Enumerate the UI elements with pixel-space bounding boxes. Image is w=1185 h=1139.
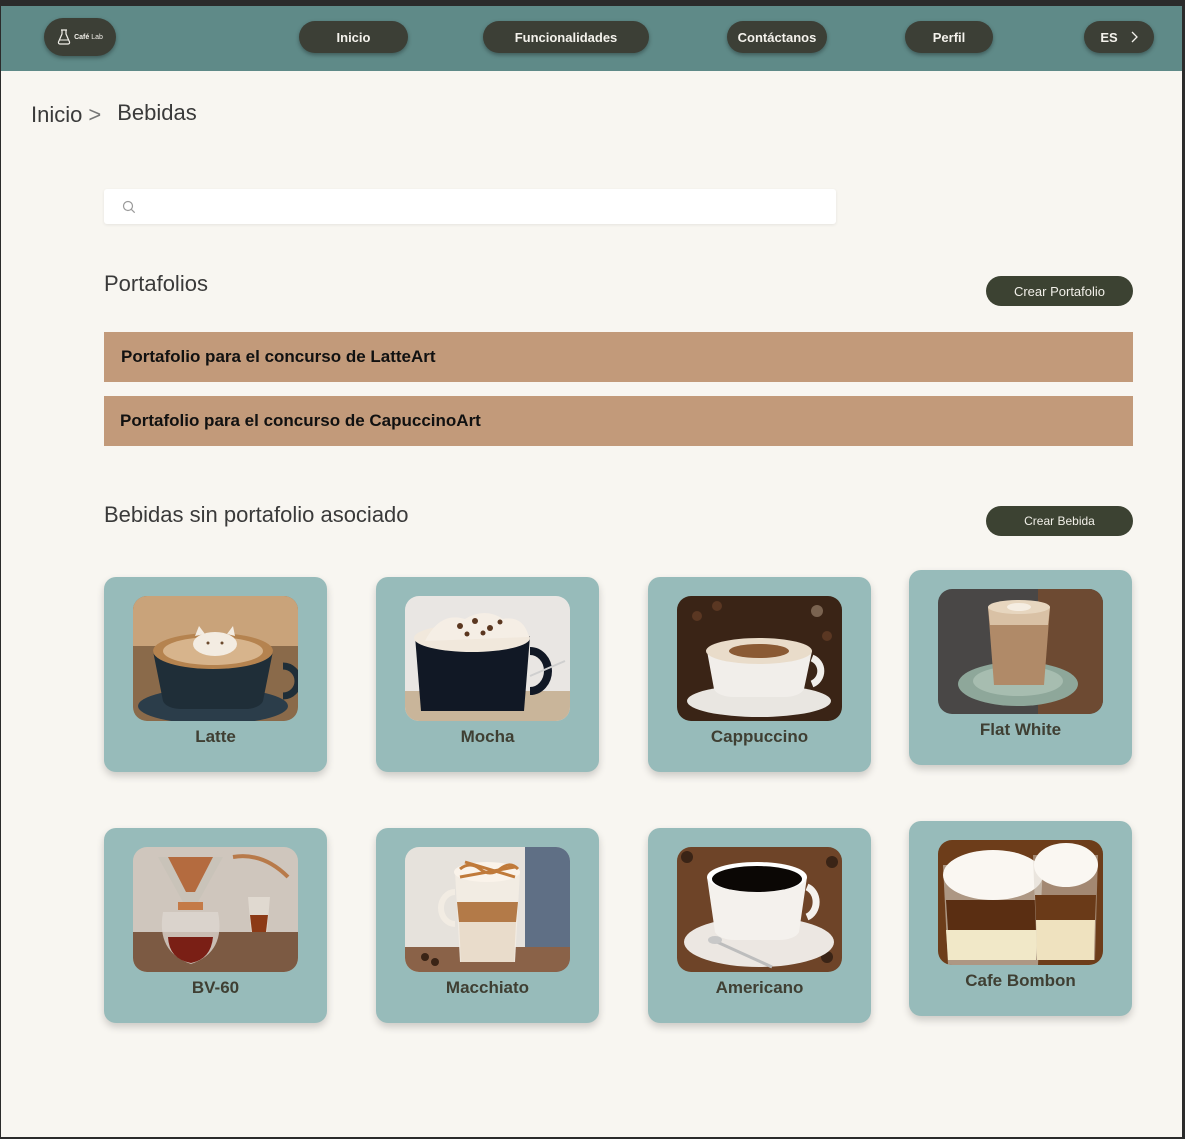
portfolio-item[interactable]: Portafolio para el concurso de LatteArt (104, 332, 1133, 382)
logo-button[interactable]: Café Lab (44, 18, 116, 56)
top-nav-bar: Café Lab Inicio Funcionalidades Contácta… (1, 6, 1182, 71)
cafe-bombon-photo (938, 840, 1103, 965)
search-icon (122, 200, 136, 213)
app-window: Café Lab Inicio Funcionalidades Contácta… (1, 6, 1182, 1137)
drink-card-latte[interactable]: Latte (104, 577, 327, 772)
drink-name: Macchiato (445, 978, 530, 997)
drink-name: Latte (195, 727, 236, 746)
language-label: ES (1100, 29, 1118, 45)
nav-funcionalidades-button[interactable]: Funcionalidades (483, 21, 649, 53)
portfolios-title: Portafolios (104, 271, 208, 296)
drink-name: Americano (715, 978, 804, 997)
drinks-title: Bebidas sin portafolio asociado (104, 502, 409, 527)
breadcrumb: Inicio > Bebidas (31, 100, 197, 128)
breadcrumb-current: Bebidas (117, 100, 197, 125)
flat-white-photo (938, 589, 1103, 714)
breadcrumb-separator: > (88, 102, 102, 127)
latte-photo (133, 596, 298, 721)
create-drink-button[interactable]: Crear Bebida (986, 506, 1133, 536)
drink-card-cappuccino[interactable]: Cappuccino (648, 577, 871, 772)
drink-name: Cafe Bombon (965, 971, 1076, 990)
nav-inicio-button[interactable]: Inicio (299, 21, 408, 53)
flask-icon (57, 29, 71, 45)
breadcrumb-home-link[interactable]: Inicio (31, 102, 82, 128)
drink-card-bv-60[interactable]: BV-60 (104, 828, 327, 1023)
drink-card-flat-white[interactable]: Flat White (909, 570, 1132, 765)
logo-text: Café Lab (74, 33, 103, 41)
drink-card-americano[interactable]: Americano (648, 828, 871, 1023)
drink-card-macchiato[interactable]: Macchiato (376, 828, 599, 1023)
portfolio-item[interactable]: Portafolio para el concurso de Capuccino… (104, 396, 1133, 446)
americano-photo (677, 847, 842, 972)
search-input[interactable] (144, 199, 836, 214)
mocha-photo (405, 596, 570, 721)
drink-name: Cappuccino (710, 727, 809, 746)
chevron-right-icon (1131, 31, 1138, 43)
search-bar[interactable] (104, 189, 836, 224)
nav-perfil-button[interactable]: Perfil (905, 21, 993, 53)
create-portfolio-button[interactable]: Crear Portafolio (986, 276, 1133, 306)
drink-name: BV-60 (191, 978, 240, 997)
language-selector[interactable]: ES (1084, 21, 1154, 53)
drink-card-cafe-bombon[interactable]: Cafe Bombon (909, 821, 1132, 1016)
cappuccino-photo (677, 596, 842, 721)
drink-card-mocha[interactable]: Mocha (376, 577, 599, 772)
bv-60-photo (133, 847, 298, 972)
macchiato-photo (405, 847, 570, 972)
nav-contactanos-button[interactable]: Contáctanos (727, 21, 827, 53)
drink-name: Mocha (460, 727, 515, 746)
drink-name: Flat White (979, 720, 1062, 739)
